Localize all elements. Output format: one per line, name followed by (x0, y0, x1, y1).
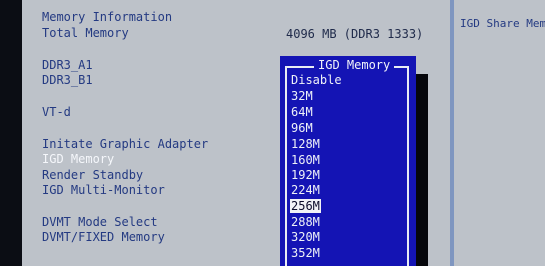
option-256m-selected[interactable]: 256M (290, 199, 321, 213)
dvmt-fixed-memory-setting[interactable]: DVMT/FIXED Memory (42, 230, 165, 244)
igd-memory-popup[interactable]: IGD Memory Disable 32M 64M 96M 128M 160M… (280, 56, 416, 266)
popup-title: IGD Memory (314, 58, 395, 72)
total-memory-value: 4096 MB (DDR3 1333) (286, 27, 424, 41)
igd-memory-setting[interactable]: IGD Memory (42, 152, 114, 166)
dvmt-mode-select-setting[interactable]: DVMT Mode Select (42, 215, 158, 229)
render-standby-setting[interactable]: Render Standby (42, 168, 143, 182)
option-320m[interactable]: 320M (291, 230, 320, 244)
option-352m[interactable]: 352M (291, 246, 320, 260)
settings-panel: Memory Information Total Memory 4096 MB … (22, 0, 450, 266)
option-32m[interactable]: 32M (291, 89, 313, 103)
total-memory-label: Total Memory (42, 26, 129, 40)
igd-multi-monitor-setting[interactable]: IGD Multi-Monitor (42, 183, 165, 197)
option-disable[interactable]: Disable (291, 73, 342, 87)
vtd-setting[interactable]: VT-d (42, 105, 71, 119)
option-96m[interactable]: 96M (291, 121, 313, 135)
option-224m[interactable]: 224M (291, 183, 320, 197)
option-64m[interactable]: 64M (291, 105, 313, 119)
ddr3-a1-label: DDR3_A1 (42, 58, 93, 72)
option-192m[interactable]: 192M (291, 168, 320, 182)
help-text: IGD Share Memo (460, 17, 545, 30)
option-128m[interactable]: 128M (291, 137, 320, 151)
bios-screen: Memory Information Total Memory 4096 MB … (22, 0, 545, 266)
ddr3-b1-label: DDR3_B1 (42, 73, 93, 87)
memory-information-heading: Memory Information (42, 10, 173, 24)
option-288m[interactable]: 288M (291, 215, 320, 229)
initiate-graphic-adapter-setting[interactable]: Initate Graphic Adapter (42, 137, 208, 151)
popup-shadow-right (416, 74, 428, 266)
help-panel: IGD Share Memo (454, 0, 545, 266)
option-160m[interactable]: 160M (291, 153, 320, 167)
